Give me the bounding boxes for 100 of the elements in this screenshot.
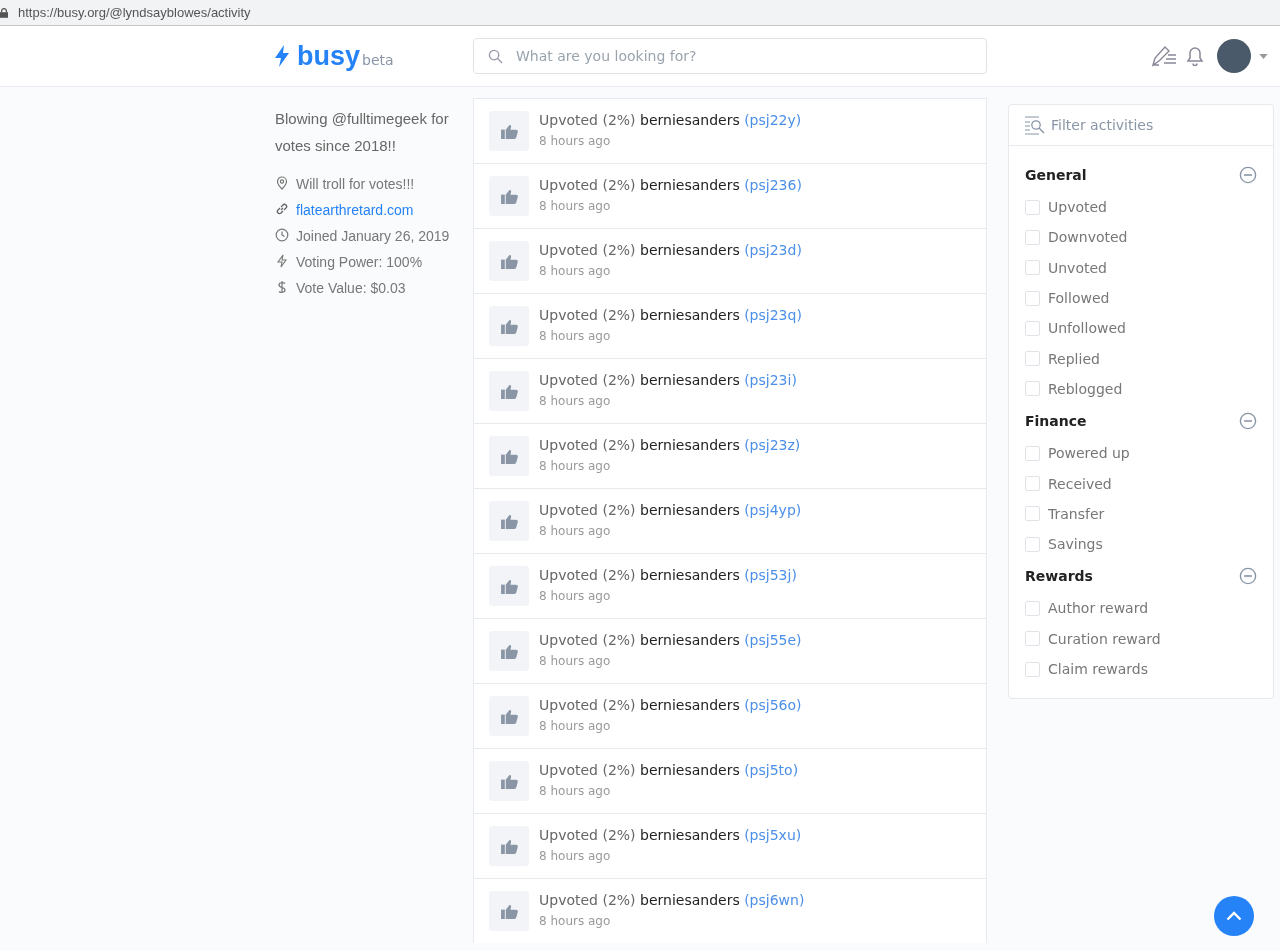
activity-time: 8 hours ago xyxy=(539,133,612,150)
activity-text: Upvoted (2%) berniesanders (psj4yp) xyxy=(539,501,802,520)
post-link[interactable]: (psj23z) xyxy=(744,437,801,453)
post-link[interactable]: (psj22y) xyxy=(744,112,802,128)
activity-text: Upvoted (2%) berniesanders (psj6wn) xyxy=(539,891,805,910)
post-link[interactable]: (psj4yp) xyxy=(744,502,802,518)
checkbox[interactable] xyxy=(1025,476,1040,491)
activity-text: Upvoted (2%) berniesanders (psj236) xyxy=(539,176,802,195)
profile-bio: Blowing @fulltimegeek for votes since 2018!! xyxy=(275,109,450,156)
option-label[interactable]: Transfer xyxy=(1048,505,1105,522)
post-link[interactable]: (psj5to) xyxy=(744,762,799,778)
activity-text: Upvoted (2%) berniesanders (psj23d) xyxy=(539,241,802,260)
checkbox[interactable] xyxy=(1025,199,1040,215)
activity-time: 8 hours ago xyxy=(539,263,612,280)
activity-time: 8 hours ago xyxy=(539,328,612,345)
group-title: Finance xyxy=(1025,413,1087,430)
activity-time: 8 hours ago xyxy=(539,523,612,540)
option-label[interactable]: Received xyxy=(1048,475,1112,492)
thumbs-up-icon xyxy=(489,501,529,541)
activity-text: Upvoted (2%) berniesanders (psj53j) xyxy=(539,566,797,585)
option-label[interactable]: Author reward xyxy=(1048,600,1149,617)
checkbox[interactable] xyxy=(1025,260,1040,276)
activity-time: 8 hours ago xyxy=(539,588,612,605)
beta-label: beta xyxy=(362,51,394,68)
bolt-icon xyxy=(275,45,289,67)
activity-text: Upvoted (2%) berniesanders (psj23i) xyxy=(539,371,797,390)
filter-search-icon xyxy=(1024,115,1046,135)
thumbs-up-icon xyxy=(489,436,529,476)
activity-text: Upvoted (2%) berniesanders (psj22y) xyxy=(539,111,802,130)
post-link[interactable]: (psj23q) xyxy=(744,307,802,323)
bell-icon[interactable] xyxy=(1185,45,1205,67)
activity-time: 8 hours ago xyxy=(539,913,612,930)
collapse-icon[interactable] xyxy=(1239,567,1257,586)
filter-title: Filter activities xyxy=(1051,117,1154,133)
checkbox[interactable] xyxy=(1025,631,1040,647)
post-link[interactable]: (psj56o) xyxy=(744,697,802,713)
checkbox[interactable] xyxy=(1025,290,1040,306)
option-label[interactable]: Followed xyxy=(1048,290,1110,307)
collapse-icon[interactable] xyxy=(1239,412,1257,431)
option-label[interactable]: Powered up xyxy=(1048,445,1130,462)
post-link[interactable]: (psj53j) xyxy=(744,567,797,583)
option-label[interactable]: Savings xyxy=(1048,536,1103,553)
post-link[interactable]: (psj6wn) xyxy=(744,892,805,908)
scroll-to-top-button[interactable] xyxy=(1214,896,1254,936)
option-label[interactable]: Reblogged xyxy=(1048,380,1123,397)
collapse-icon[interactable] xyxy=(1239,166,1257,184)
pen-icon[interactable] xyxy=(1151,45,1177,67)
group-title: General xyxy=(1025,167,1087,183)
website-link[interactable]: flatearthretard.com xyxy=(296,197,414,223)
checkbox[interactable] xyxy=(1025,229,1040,245)
chevron-up-icon xyxy=(1226,911,1242,921)
profile-detail: Joined January 26, 2019 xyxy=(296,227,450,246)
profile-detail: Will troll for votes!!! xyxy=(296,175,415,194)
post-link[interactable]: (psj23i) xyxy=(744,372,797,388)
checkbox[interactable] xyxy=(1025,506,1040,522)
bolt-icon xyxy=(275,254,289,268)
checkbox[interactable] xyxy=(1025,320,1040,336)
activity-time: 8 hours ago xyxy=(539,783,612,800)
thumbs-up-icon xyxy=(489,371,529,411)
activity-text: Upvoted (2%) berniesanders (psj5to) xyxy=(539,761,799,780)
thumbs-up-icon xyxy=(489,891,529,931)
profile-detail: Vote Value: $0.03 xyxy=(296,279,406,298)
option-label[interactable]: Unvoted xyxy=(1048,259,1107,276)
thumbs-up-icon xyxy=(489,631,529,671)
checkbox[interactable] xyxy=(1025,600,1040,616)
option-label[interactable]: Replied xyxy=(1048,350,1100,367)
post-link[interactable]: (psj55e) xyxy=(744,632,802,648)
post-link[interactable]: (psj236) xyxy=(744,177,802,193)
activity-time: 8 hours ago xyxy=(539,458,612,475)
activity-text: Upvoted (2%) berniesanders (psj56o) xyxy=(539,696,802,715)
post-link[interactable]: (psj23d) xyxy=(744,242,802,258)
url-text[interactable]: https://busy.org/@lyndsayblowes/activity xyxy=(18,5,251,20)
option-label[interactable]: Curation reward xyxy=(1048,630,1161,647)
option-label[interactable]: Downvoted xyxy=(1048,229,1128,246)
checkbox[interactable] xyxy=(1025,536,1040,552)
activity-text: Upvoted (2%) berniesanders (psj5xu) xyxy=(539,826,802,845)
search-field[interactable]: What are you looking for? xyxy=(473,38,987,74)
activity-text: Upvoted (2%) berniesanders (psj23q) xyxy=(539,306,802,325)
activity-time: 8 hours ago xyxy=(539,653,612,670)
checkbox[interactable] xyxy=(1025,661,1040,677)
activity-time: 8 hours ago xyxy=(539,718,612,735)
caret-icon[interactable] xyxy=(1259,53,1268,59)
logo-text[interactable]: busy xyxy=(297,40,361,72)
option-label[interactable]: Unfollowed xyxy=(1048,320,1126,337)
avatar-photo[interactable] xyxy=(1217,39,1251,73)
lock-icon xyxy=(0,7,8,18)
activity-text: Upvoted (2%) berniesanders (psj23z) xyxy=(539,436,801,455)
activity-time: 8 hours ago xyxy=(539,848,612,865)
option-label[interactable]: Upvoted xyxy=(1048,199,1107,216)
thumbs-up-icon xyxy=(489,696,529,736)
thumbs-up-icon xyxy=(489,826,529,866)
checkbox[interactable] xyxy=(1025,445,1040,461)
map-pin-icon xyxy=(275,176,289,190)
option-label[interactable]: Claim rewards xyxy=(1048,661,1148,677)
post-link[interactable]: (psj5xu) xyxy=(744,827,802,843)
checkbox[interactable] xyxy=(1025,381,1040,397)
activity-time: 8 hours ago xyxy=(539,393,612,410)
checkbox[interactable] xyxy=(1025,351,1040,367)
dollar-icon xyxy=(275,280,289,294)
profile-detail: Voting Power: 100% xyxy=(296,253,423,272)
